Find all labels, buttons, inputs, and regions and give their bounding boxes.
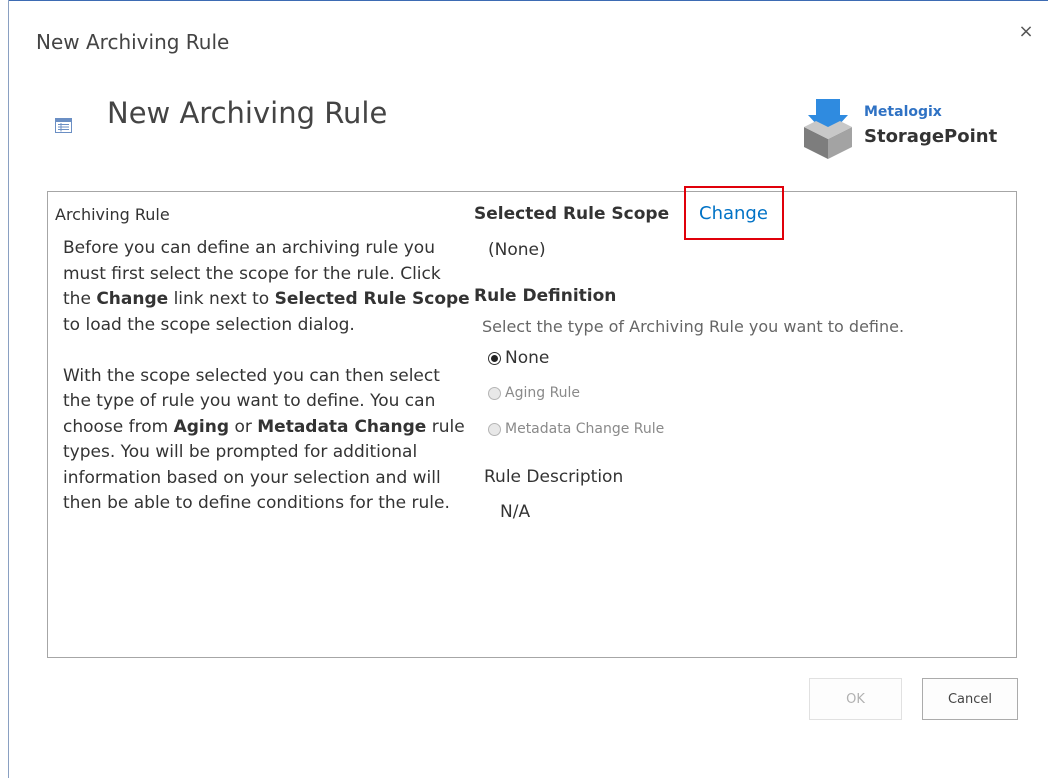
logo-line-storagepoint: StoragePoint <box>864 126 998 147</box>
rule-type-metadata-option[interactable]: Metadata Change Rule <box>488 421 664 437</box>
cancel-button[interactable]: Cancel <box>922 678 1018 720</box>
rule-type-label: Aging Rule <box>505 385 581 401</box>
radio-disabled-icon[interactable] <box>488 386 501 400</box>
radio-selected-icon[interactable] <box>488 351 501 365</box>
rule-definition-hint: Select the type of Archiving Rule you wa… <box>482 317 905 336</box>
page-list-icon <box>55 118 72 133</box>
scope-value: (None) <box>488 240 546 260</box>
rule-type-none-option[interactable]: None <box>488 348 549 368</box>
selected-rule-scope-heading: Selected Rule Scope <box>474 204 670 224</box>
close-icon[interactable]: × <box>1014 20 1038 44</box>
window-top-border <box>8 0 1048 1</box>
help-paragraph-scope: Before you can define an archiving rule … <box>63 238 470 335</box>
help-paragraph-type: With the scope selected you can then sel… <box>63 365 465 514</box>
page-title: New Archiving Rule <box>107 96 388 130</box>
rule-type-label: None <box>505 348 550 368</box>
window-left-border <box>8 0 9 778</box>
rule-definition-heading: Rule Definition <box>474 286 617 306</box>
rule-type-aging-option[interactable]: Aging Rule <box>488 385 580 401</box>
section-label: Archiving Rule <box>55 205 170 224</box>
ok-button[interactable]: OK <box>809 678 902 720</box>
rule-description-heading: Rule Description <box>484 467 624 487</box>
logo-line-metalogix: Metalogix <box>864 104 942 120</box>
radio-disabled-icon[interactable] <box>488 422 501 436</box>
rule-description-value: N/A <box>500 502 531 522</box>
help-text: Before you can define an archiving rule … <box>63 236 473 517</box>
change-scope-link[interactable]: Change <box>699 203 768 224</box>
rule-type-label: Metadata Change Rule <box>505 421 665 437</box>
dialog-title: New Archiving Rule <box>36 30 230 54</box>
